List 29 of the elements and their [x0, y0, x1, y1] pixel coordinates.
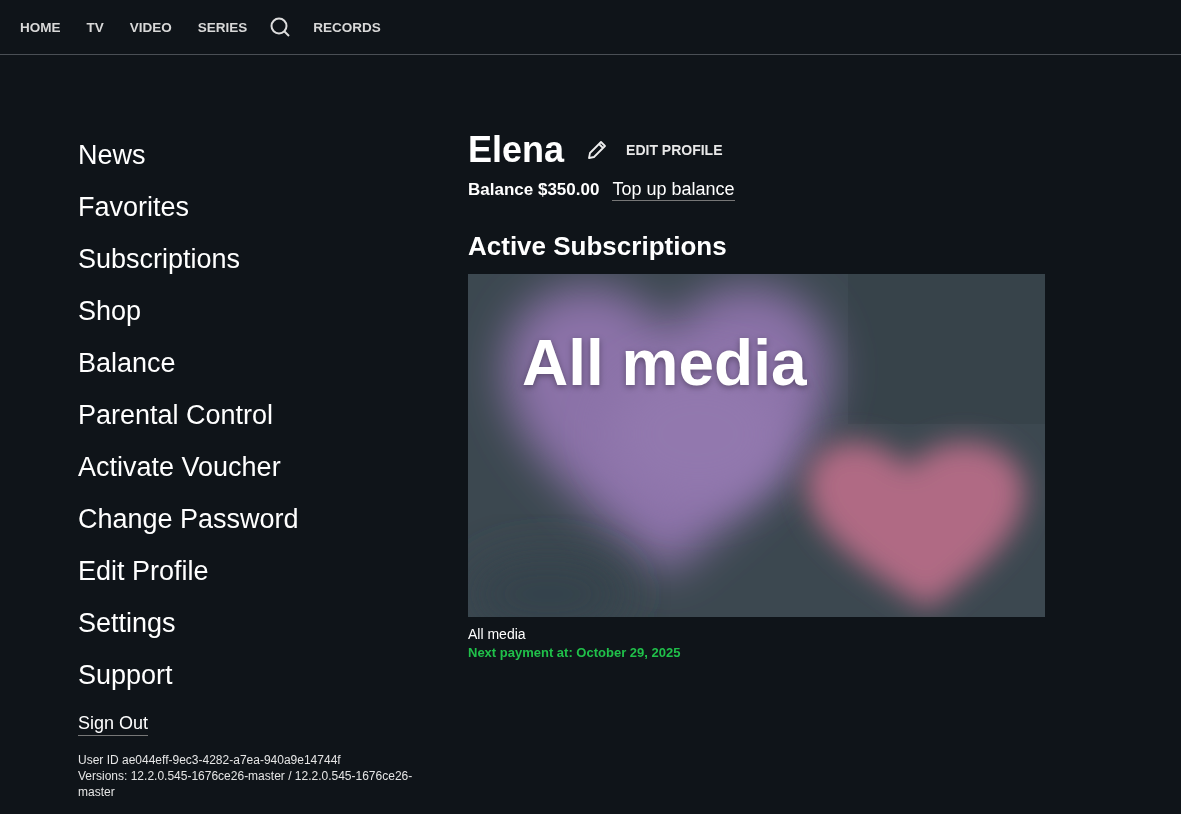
next-payment-text: Next payment at: October 29, 2025 [468, 645, 682, 660]
user-id-text: User ID ae044eff-9ec3-4282-a7ea-940a9e14744f [78, 752, 342, 768]
menu-item[interactable]: Change Password [78, 493, 299, 545]
edit-profile-link[interactable]: EDIT PROFILE [626, 142, 723, 158]
nav-link[interactable]: SERIES [197, 19, 248, 35]
menu-item[interactable]: News [78, 129, 146, 181]
subscription-name: All media [468, 626, 527, 642]
versions-text: Versions: 12.2.0.545-1676ce26-master / 12.2.0.545-1676ce26-master [78, 768, 414, 800]
profile-name: Elena [468, 129, 565, 171]
pencil-icon[interactable] [586, 139, 609, 161]
menu-item[interactable]: Parental Control [78, 389, 274, 441]
menu-item[interactable]: Favorites [78, 181, 190, 233]
menu-item[interactable]: Settings [78, 597, 176, 649]
menu-item[interactable]: Support [78, 649, 173, 701]
menu-item[interactable]: Subscriptions [78, 233, 241, 285]
balance-text: Balance $350.00 [468, 180, 600, 200]
search-icon[interactable] [269, 16, 292, 38]
menu-item[interactable]: Shop [78, 285, 142, 337]
nav-link[interactable]: RECORDS [313, 19, 381, 35]
menu-item[interactable]: Edit Profile [78, 545, 209, 597]
top-up-link[interactable]: Top up balance [612, 179, 735, 201]
nav-link[interactable]: HOME [20, 19, 61, 35]
nav-link[interactable]: TV [86, 19, 104, 35]
nav-link[interactable]: VIDEO [129, 19, 172, 35]
menu-item[interactable]: Balance [78, 337, 176, 389]
sign-out-link[interactable]: Sign Out [78, 713, 149, 736]
menu-item[interactable]: Activate Voucher [78, 441, 281, 493]
banner-title: All media [522, 326, 807, 400]
section-title: Active Subscriptions [468, 231, 728, 262]
